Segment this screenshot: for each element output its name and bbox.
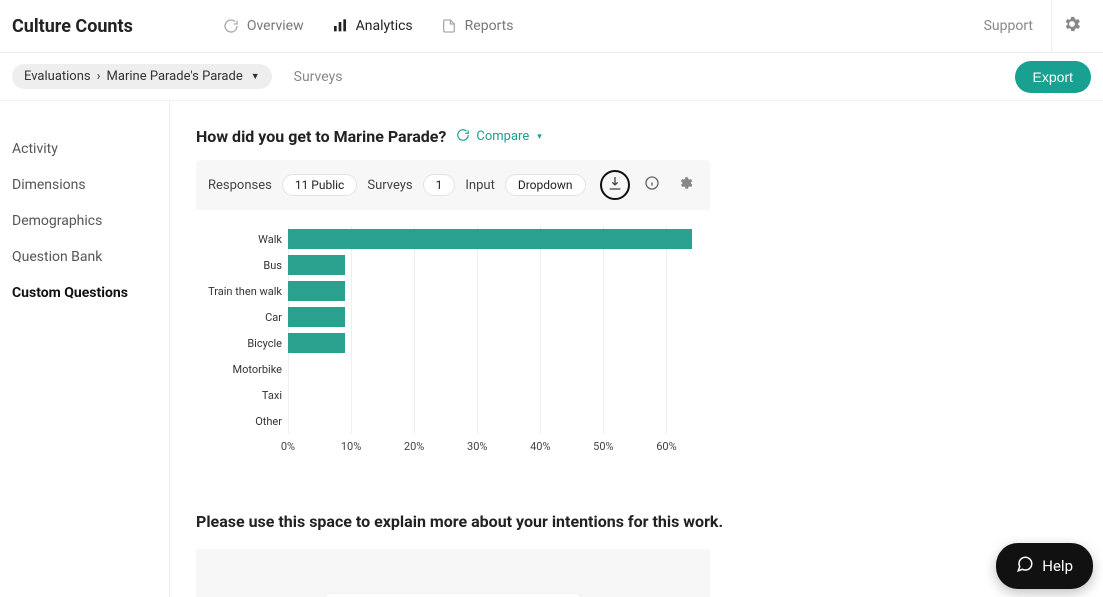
chart-bar: [288, 281, 345, 301]
empty-card: ! No responses have been collected.: [196, 549, 710, 597]
responses-chip: 11 Public: [282, 174, 358, 196]
sidebar-item-question-bank[interactable]: Question Bank: [0, 239, 169, 275]
chart-x-axis: 0%10%20%30%40%50%60%: [288, 440, 698, 456]
chart-x-tick: 0%: [281, 440, 295, 453]
nav-reports-label: Reports: [465, 18, 514, 34]
sidebar-item-activity[interactable]: Activity: [0, 131, 169, 167]
subbar: Evaluations › Marine Parade's Parade ▼ S…: [0, 53, 1103, 101]
nav-analytics[interactable]: Analytics: [332, 18, 413, 34]
chart-bar: [288, 307, 345, 327]
chart-row: Walk: [208, 226, 698, 252]
chart-row: Car: [208, 304, 698, 330]
chart-row: Other: [208, 408, 698, 434]
sidebar-item-dimensions[interactable]: Dimensions: [0, 167, 169, 203]
input-chip: Dropdown: [505, 174, 586, 196]
chart-category-label: Car: [208, 311, 288, 324]
chart-category-label: Motorbike: [208, 363, 288, 376]
input-label: Input: [465, 178, 494, 193]
document-icon: [441, 18, 457, 34]
chart-category-label: Train then walk: [208, 285, 288, 298]
breadcrumb-root: Evaluations: [24, 69, 91, 84]
chart-stats-bar: Responses 11 Public Surveys 1 Input Drop…: [196, 160, 710, 210]
nav-overview-label: Overview: [247, 18, 304, 34]
chevron-down-icon: ▾: [537, 132, 542, 142]
layout: Activity Dimensions Demographics Questio…: [0, 101, 1103, 597]
chart-row: Motorbike: [208, 356, 698, 382]
question2-title: Please use this space to explain more ab…: [196, 512, 1103, 531]
responses-label: Responses: [208, 178, 272, 193]
surveys-chip: 1: [423, 174, 456, 196]
chart-x-tick: 40%: [530, 440, 550, 453]
tab-surveys[interactable]: Surveys: [294, 69, 343, 85]
breadcrumb[interactable]: Evaluations › Marine Parade's Parade ▼: [12, 64, 272, 89]
chart-x-tick: 30%: [467, 440, 487, 453]
nav-overview[interactable]: Overview: [223, 18, 304, 34]
support-link[interactable]: Support: [984, 18, 1033, 34]
chart-bar: [288, 333, 345, 353]
chart-settings-button[interactable]: [674, 173, 698, 197]
chart-x-tick: 60%: [656, 440, 676, 453]
breadcrumb-child: Marine Parade's Parade: [107, 69, 243, 84]
nav-analytics-label: Analytics: [356, 18, 413, 34]
compare-button[interactable]: Compare ▾: [456, 128, 541, 146]
help-icon: [1016, 555, 1034, 577]
chart-category-label: Walk: [208, 233, 288, 246]
chevron-down-icon: ▼: [251, 71, 260, 82]
download-button[interactable]: [600, 170, 630, 200]
chart-tools: [600, 170, 698, 200]
settings-button[interactable]: [1051, 0, 1091, 53]
compare-label: Compare: [476, 129, 529, 144]
refresh-icon: [223, 18, 239, 34]
help-label: Help: [1042, 557, 1073, 575]
chart-row: Train then walk: [208, 278, 698, 304]
chevron-right-icon: ›: [97, 69, 101, 84]
chart-x-tick: 10%: [341, 440, 361, 453]
chart-row: Bus: [208, 252, 698, 278]
export-button[interactable]: Export: [1015, 61, 1091, 93]
compare-icon: [456, 128, 470, 146]
question-title: How did you get to Marine Parade?: [196, 127, 446, 146]
main-content: How did you get to Marine Parade? Compar…: [170, 101, 1103, 597]
chart-row: Bicycle: [208, 330, 698, 356]
download-icon: [607, 175, 623, 195]
nav-reports[interactable]: Reports: [441, 18, 514, 34]
sidebar-item-custom-questions[interactable]: Custom Questions: [0, 275, 169, 311]
question-header: How did you get to Marine Parade? Compar…: [196, 127, 1103, 146]
info-icon: [644, 175, 660, 195]
chart-category-label: Bicycle: [208, 337, 288, 350]
chart-category-label: Other: [208, 415, 288, 428]
help-button[interactable]: Help: [996, 543, 1093, 589]
bar-chart-icon: [332, 18, 348, 34]
chart-category-label: Bus: [208, 259, 288, 272]
chart-x-tick: 20%: [404, 440, 424, 453]
chart-x-tick: 50%: [593, 440, 613, 453]
chart-row: Taxi: [208, 382, 698, 408]
surveys-label: Surveys: [367, 178, 412, 193]
gear-icon: [678, 175, 694, 195]
chart-category-label: Taxi: [208, 389, 288, 402]
brand-logo: Culture Counts: [12, 16, 133, 37]
chart-bar: [288, 229, 692, 249]
chart-body: Walk Bus Train then walk Car Bicycle Motorbik…: [196, 210, 710, 478]
chart-bar: [288, 255, 345, 275]
top-nav: Overview Analytics Reports: [223, 18, 514, 34]
sidebar-item-demographics[interactable]: Demographics: [0, 203, 169, 239]
top-right: Support: [984, 0, 1091, 53]
chart-plot: Walk Bus Train then walk Car Bicycle Motorbik…: [208, 226, 698, 434]
sidebar: Activity Dimensions Demographics Questio…: [0, 101, 170, 597]
chart-card: Responses 11 Public Surveys 1 Input Drop…: [196, 160, 710, 478]
topbar: Culture Counts Overview Analytics Report…: [0, 0, 1103, 53]
info-button[interactable]: [640, 173, 664, 197]
gear-icon: [1062, 14, 1082, 38]
